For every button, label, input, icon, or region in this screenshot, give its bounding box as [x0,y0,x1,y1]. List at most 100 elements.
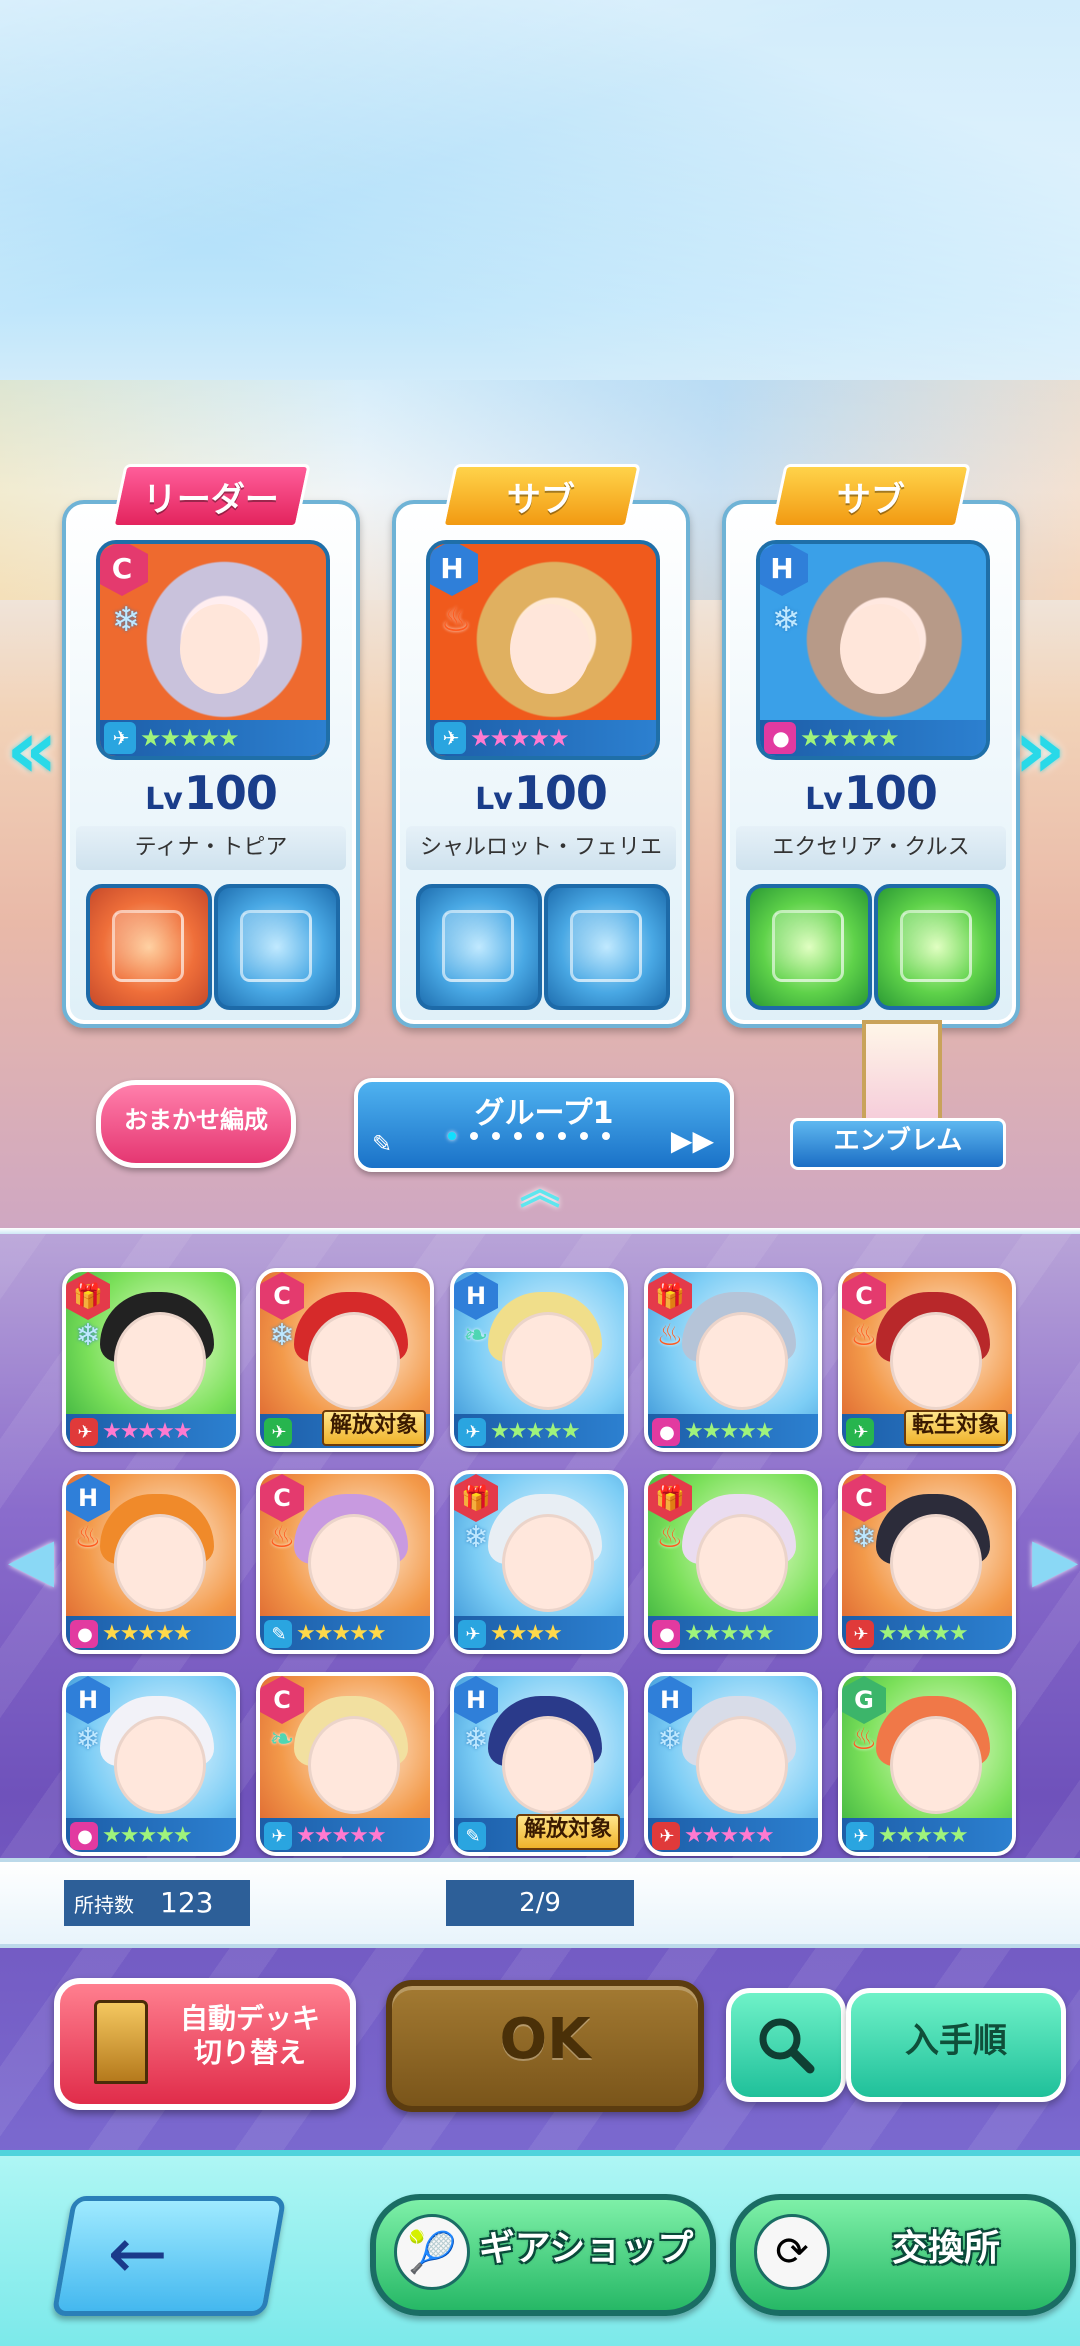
rarity-badge: H [760,544,808,596]
gift-badge-icon: 🎁 [66,1272,110,1320]
ice-element-icon: ❄ [463,1520,489,1555]
auto-formation-button[interactable]: おまかせ編成 [96,1080,296,1168]
grid-prev-arrow-icon[interactable]: ◀ [8,1505,54,1615]
chevron-left-icon[interactable]: « [2,705,62,795]
ice-element-icon: ❄ [463,1722,489,1757]
gear-shop-button[interactable]: 🎾 ギアショップ [370,2194,716,2316]
unit-card[interactable]: H ❧ ✈ ★★★★★ [450,1268,628,1452]
character-face [696,1716,788,1814]
racket-type-icon: ✎ [264,1620,292,1648]
grid-next-arrow-icon[interactable]: ▶ [1032,1505,1078,1615]
star-rating: ✈ ★★★★★ [842,1818,1012,1852]
group-selector[interactable]: グループ1 ✎ ▶▶ [354,1078,734,1172]
fire-element-icon: ♨ [850,1318,878,1353]
sort-order-button[interactable]: 入手順 [846,1988,1066,2102]
shoe-type-icon: ✈ [458,1620,486,1648]
ice-element-icon: ❄ [269,1318,295,1353]
racket-gear-slot[interactable] [86,884,212,1010]
page-indicator: 2/9 [446,1880,634,1926]
rarity-badge: H [66,1474,110,1522]
chevron-right-icon[interactable]: » [1010,705,1070,795]
ball-type-icon: ● [70,1620,98,1648]
shoes-gear-slot[interactable] [544,884,670,1010]
ball-type-icon: ● [70,1822,98,1850]
racket-gear-slot[interactable] [416,884,542,1010]
racket-icon [772,910,844,982]
unit-card[interactable]: 🎁 ❄ ✈ ★★★★ [450,1470,628,1654]
fire-element-icon: ♨ [74,1520,102,1555]
fire-element-icon: ♨ [440,600,472,640]
character-face [696,1312,788,1410]
star-rating: ● ★★★★★ [66,1616,236,1650]
chevron-up-icon[interactable]: ︽ [505,1170,575,1210]
sub1-portrait[interactable]: H ♨ ✈ ★★★★★ [426,540,660,760]
pencil-icon[interactable]: ✎ [372,1130,392,1158]
character-face [308,1312,400,1410]
unit-card[interactable]: G ♨ ✈ ★★★★★ [838,1672,1016,1856]
rarity-badge: C [842,1272,886,1320]
shoe-type-icon: ✈ [264,1418,292,1446]
team-slot-sub-2[interactable]: サブ H ❄ ● ★★★★★ Lv100 エクセリア・クルス [722,464,1020,1028]
character-face [114,1716,206,1814]
star-rating: ✈ ★★★★★ [260,1818,430,1852]
sub2-portrait[interactable]: H ❄ ● ★★★★★ [756,540,990,760]
rarity-badge: C [260,1676,304,1724]
character-face [308,1514,400,1612]
shoes-icon [900,910,972,982]
rarity-badge: H [648,1676,692,1724]
unit-card[interactable]: C ♨ ✎ ★★★★★ [256,1470,434,1654]
racket-gear-slot[interactable] [746,884,872,1010]
release-target-tag: 解放対象 [321,1410,426,1446]
shoe-type-icon: ✈ [434,722,466,754]
character-face [502,1716,594,1814]
ok-button[interactable]: OK [386,1980,704,2112]
leader-portrait[interactable]: C ❄ ✈ ★★★★★ [96,540,330,760]
star-rating: ● ★★★★★ [760,720,986,756]
unit-card[interactable]: C ❄ ✈ ★★★★★ [838,1470,1016,1654]
unit-card[interactable]: C ♨ ✈ 転生対象 [838,1268,1016,1452]
rarity-badge: H [454,1272,498,1320]
unit-card[interactable]: H ❄ ✎ 解放対象 [450,1672,628,1856]
unit-card[interactable]: C ❧ ✈ ★★★★★ [256,1672,434,1856]
character-face [890,1312,982,1410]
unit-card[interactable]: 🎁 ❄ ✈ ★★★★★ [62,1268,240,1452]
unit-card[interactable]: H ♨ ● ★★★★★ [62,1470,240,1654]
skip-forward-icon[interactable]: ▶▶ [671,1124,714,1157]
ice-element-icon: ❄ [771,600,801,640]
role-tag-sub: サブ [441,464,641,528]
star-rating: ● ★★★★★ [648,1616,818,1650]
exchange-button[interactable]: ⟳ 交換所 [730,2194,1076,2316]
unit-card[interactable]: H ❄ ● ★★★★★ [62,1672,240,1856]
character-name: ティナ・トピア [76,826,346,870]
shoes-gear-slot[interactable] [874,884,1000,1010]
fire-element-icon: ♨ [268,1520,296,1555]
unit-card[interactable]: 🎁 ♨ ● ★★★★★ [644,1268,822,1452]
shoes-icon [570,910,642,982]
shoe-type-icon: ✈ [652,1822,680,1850]
reincarnation-target-tag: 転生対象 [903,1410,1008,1446]
team-slot-leader[interactable]: リーダー C ❄ ✈ ★★★★★ Lv100 ティナ・トピア [62,464,360,1028]
emblem-button[interactable]: エンブレム [790,1020,1006,1170]
search-button[interactable] [726,1988,846,2102]
back-button[interactable]: ← [51,2196,287,2316]
unit-card[interactable]: H ❄ ✈ ★★★★★ [644,1672,822,1856]
unit-card[interactable]: 🎁 ♨ ● ★★★★★ [644,1470,822,1654]
unit-card[interactable]: C ❄ ✈ 解放対象 [256,1268,434,1452]
back-arrow-icon: ← [107,2211,168,2295]
star-rating: ● ★★★★★ [66,1818,236,1852]
shoe-type-icon: ✈ [458,1418,486,1446]
release-target-tag: 解放対象 [515,1814,620,1850]
racket-type-icon: ✎ [458,1822,486,1850]
shoes-gear-slot[interactable] [214,884,340,1010]
rarity-badge: C [842,1474,886,1522]
auto-deck-switch-button[interactable]: 自動デッキ 切り替え [54,1978,356,2110]
character-face [308,1716,400,1814]
character-face [180,604,260,694]
search-icon [759,2018,815,2074]
team-slot-sub-1[interactable]: サブ H ♨ ✈ ★★★★★ Lv100 シャルロット・フェリエ [392,464,690,1028]
role-tag-sub: サブ [771,464,971,528]
star-rating: ✈ ★★★★★ [430,720,656,756]
shoe-type-icon: ✈ [846,1418,874,1446]
level-label: Lv100 [145,766,278,820]
tower-icon [94,2000,148,2084]
